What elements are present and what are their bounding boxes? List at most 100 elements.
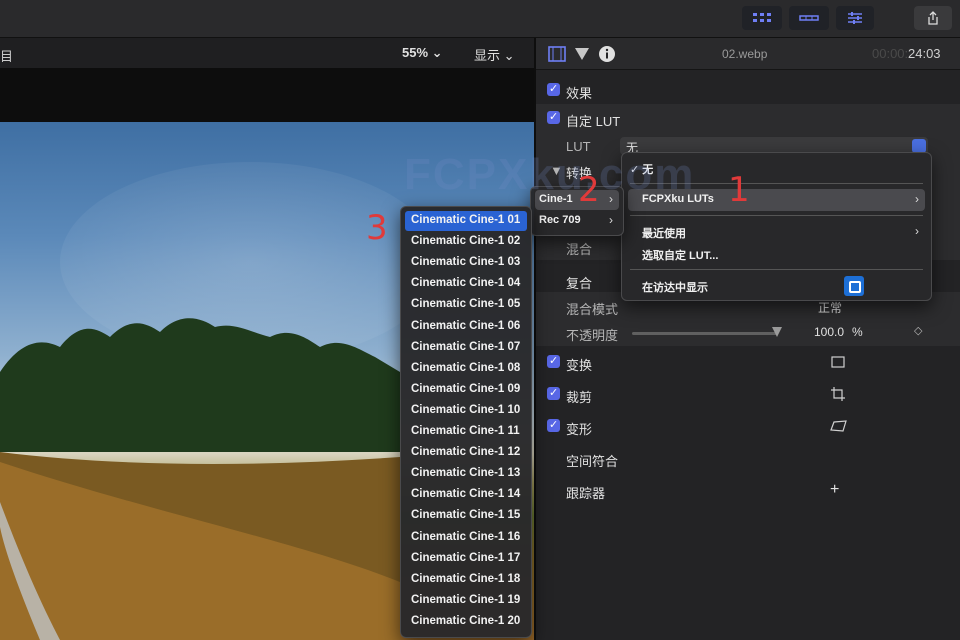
inspector-toggle-button[interactable] [836, 6, 874, 30]
zoom-menu[interactable]: 55% ⌄ [402, 45, 443, 61]
viewer-title: 目 [0, 49, 14, 64]
distort-label: 变形 [566, 422, 593, 437]
spatial-conform-row: 空间符合 [536, 444, 960, 472]
transform-row: 变换 [536, 348, 960, 376]
submenu-arrow-icon: › [609, 213, 613, 227]
menu-separator [630, 269, 923, 270]
menu-separator [630, 215, 923, 216]
keyframe-icon[interactable]: ◇ [914, 324, 922, 337]
menu-item-show-in-finder[interactable]: 在访达中显示 [628, 275, 925, 297]
composite-label: 复合 [566, 276, 593, 291]
cine-lut-item[interactable]: Cinematic Cine-1 04 [405, 274, 527, 294]
cine-lut-item-label: Cinematic Cine-1 01 [411, 214, 521, 226]
cine-lut-item[interactable]: Cinematic Cine-1 16 [405, 528, 527, 548]
menu-item-choose-label: 选取自定 LUT... [642, 250, 719, 262]
chevron-down-icon: ⌄ [431, 45, 443, 60]
cine-lut-item[interactable]: Cinematic Cine-1 17 [405, 549, 527, 569]
submenu-item-rec-709-label: Rec 709 [539, 214, 581, 226]
cine-lut-item-label: Cinematic Cine-1 17 [411, 551, 521, 564]
cine-lut-item-label: Cinematic Cine-1 10 [411, 403, 521, 416]
cine-lut-item[interactable]: Cinematic Cine-1 03 [405, 253, 527, 273]
opacity-row: 不透明度 100.0 % ◇ [536, 318, 960, 346]
crop-row: 裁剪 [536, 380, 960, 408]
cine-lut-item[interactable]: Cinematic Cine-1 02 [405, 232, 527, 252]
crop-checkbox[interactable] [547, 386, 560, 400]
viewer-letterbox [0, 68, 534, 122]
step-annotation-1: 1 [728, 170, 750, 210]
chevron-down-icon: ⌄ [503, 48, 515, 63]
display-menu[interactable]: 显示 ⌄ [474, 45, 515, 64]
color-inspector-icon[interactable] [574, 47, 590, 61]
effects-row: 效果 [536, 76, 960, 104]
clip-filename: 02.webp [722, 47, 768, 61]
submenu-arrow-icon: › [915, 192, 919, 206]
opacity-label: 不透明度 [566, 328, 619, 343]
opacity-value[interactable]: 100.0 [814, 325, 844, 339]
cine-lut-item[interactable]: Cinematic Cine-1 10 [405, 401, 527, 421]
cine-lut-item-label: Cinematic Cine-1 03 [411, 256, 521, 269]
zoom-level: 55% [402, 45, 429, 60]
browser-view-button[interactable] [742, 6, 782, 30]
cine-lut-item[interactable]: Cinematic Cine-1 18 [405, 570, 527, 590]
menu-item-recent[interactable]: 最近使用 › [628, 221, 925, 243]
opacity-slider-knob[interactable] [772, 327, 782, 337]
info-icon[interactable] [598, 45, 616, 63]
menu-item-recent-label: 最近使用 [642, 228, 686, 240]
submenu-arrow-icon: › [915, 224, 919, 238]
cine-lut-item[interactable]: Cinematic Cine-1 09 [405, 380, 527, 400]
distort-onscreen-icon[interactable] [830, 419, 848, 433]
cine-lut-item-label: Cinematic Cine-1 14 [411, 488, 521, 501]
cine-lut-item-label: Cinematic Cine-1 12 [411, 446, 521, 459]
cine-lut-item-label: Cinematic Cine-1 04 [411, 277, 521, 290]
crop-label: 裁剪 [566, 390, 593, 405]
share-icon [928, 11, 938, 25]
cine-lut-item[interactable]: Cinematic Cine-1 20 [405, 612, 527, 632]
cine-lut-item-label: Cinematic Cine-1 19 [411, 593, 521, 606]
tracker-label: 跟踪器 [566, 486, 606, 501]
timeline-view-button[interactable] [789, 6, 829, 30]
distort-row: 变形 [536, 412, 960, 440]
video-inspector-icon[interactable] [548, 46, 566, 62]
timeline-icon [799, 15, 819, 21]
distort-checkbox[interactable] [547, 418, 560, 432]
transform-onscreen-icon[interactable] [830, 355, 846, 369]
cine-lut-menu: Cinematic Cine-1 01 Cinematic Cine-1 02 Ci… [400, 206, 532, 638]
blend-label: 混合 [566, 242, 593, 257]
cine-lut-item[interactable]: Cinematic Cine-1 01 [405, 211, 527, 231]
cine-lut-item-label: Cinematic Cine-1 05 [411, 298, 521, 311]
add-tracker-button[interactable]: + [830, 481, 839, 499]
submenu-item-rec-709[interactable]: Rec 709 › [535, 211, 619, 231]
cine-lut-item[interactable]: Cinematic Cine-1 06 [405, 317, 527, 337]
cine-lut-item[interactable]: Cinematic Cine-1 14 [405, 485, 527, 505]
cine-lut-item[interactable]: Cinematic Cine-1 08 [405, 359, 527, 379]
cine-lut-item[interactable]: Cinematic Cine-1 13 [405, 464, 527, 484]
custom-lut-label: 自定 LUT [566, 114, 621, 129]
cine-lut-item[interactable]: Cinematic Cine-1 12 [405, 443, 527, 463]
cine-lut-item[interactable]: Cinematic Cine-1 11 [405, 422, 527, 442]
opacity-slider[interactable] [632, 332, 778, 335]
effects-label: 效果 [566, 86, 593, 101]
cine-lut-item-label: Cinematic Cine-1 09 [411, 382, 521, 395]
inspector-header: 02.webp 00:00: 24:03 [536, 38, 960, 70]
share-button[interactable] [914, 6, 952, 30]
cine-lut-item[interactable]: Cinematic Cine-1 05 [405, 295, 527, 315]
cine-lut-item-label: Cinematic Cine-1 18 [411, 572, 521, 585]
cine-lut-item-label: Cinematic Cine-1 06 [411, 319, 521, 332]
custom-lut-checkbox[interactable] [547, 110, 560, 124]
finder-app-icon [844, 276, 864, 296]
blend-mode-value[interactable]: 正常 [818, 299, 842, 316]
transform-checkbox[interactable] [547, 354, 560, 368]
cine-lut-item[interactable]: Cinematic Cine-1 19 [405, 591, 527, 611]
step-annotation-3: 3 [366, 208, 388, 248]
cine-lut-item[interactable]: Cinematic Cine-1 07 [405, 338, 527, 358]
effects-checkbox[interactable] [547, 82, 560, 96]
viewer-header: 目 55% ⌄ 显示 ⌄ [0, 38, 534, 68]
step-annotation-2: 2 [578, 170, 600, 210]
tracker-row: 跟踪器 + [536, 476, 960, 504]
crop-onscreen-icon[interactable] [830, 386, 846, 402]
menu-item-choose-custom-lut[interactable]: 选取自定 LUT... [628, 243, 925, 265]
blend-mode-label: 混合模式 [566, 302, 619, 317]
cine-lut-item[interactable]: Cinematic Cine-1 15 [405, 506, 527, 526]
top-toolbar [0, 0, 960, 38]
popup-arrows-icon [912, 139, 926, 153]
